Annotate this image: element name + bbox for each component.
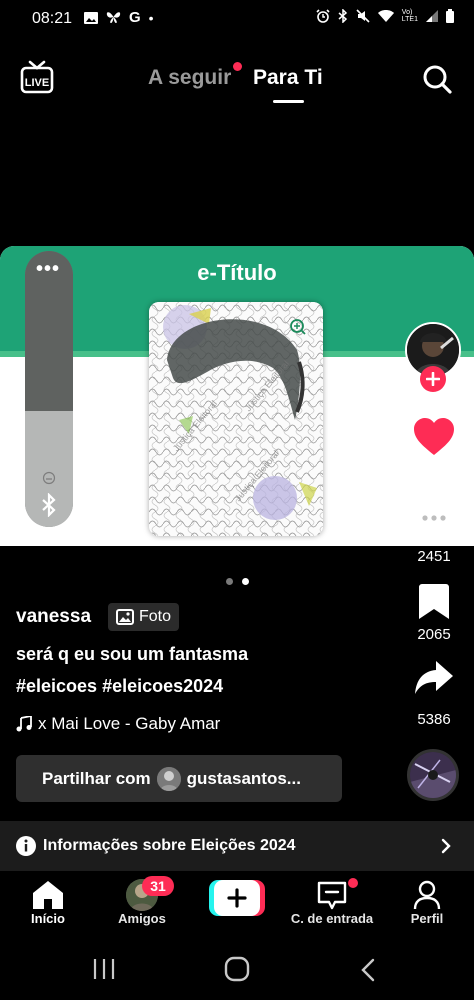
svg-text:LIVE: LIVE xyxy=(25,77,49,89)
create-plus-icon xyxy=(227,888,247,908)
status-left-icons: G • xyxy=(84,9,154,26)
info-icon xyxy=(16,836,36,856)
nav-friends-label: Amigos xyxy=(118,911,166,926)
signal-icon xyxy=(426,10,438,22)
share-button[interactable] xyxy=(414,660,454,696)
page-dot-active xyxy=(242,578,249,585)
search-button[interactable] xyxy=(421,63,453,95)
username[interactable]: vanessa xyxy=(16,606,91,628)
election-info-bar[interactable]: Informações sobre Eleições 2024 xyxy=(0,821,474,871)
nav-inbox-label: C. de entrada xyxy=(290,911,374,926)
music-info[interactable]: x Mai Love - Gaby Amar xyxy=(16,714,220,734)
home-circle-icon[interactable] xyxy=(224,956,250,982)
home-icon xyxy=(33,881,63,909)
nav-home[interactable]: Início xyxy=(3,876,93,936)
comment-button[interactable] xyxy=(413,500,455,540)
post-media[interactable]: e-Título Justiça Eleitoral Justiça Eleit… xyxy=(0,246,474,546)
following-notification-dot xyxy=(233,62,242,71)
bluetooth-icon xyxy=(42,493,56,517)
top-navigation: LIVE A seguir Para Ti xyxy=(0,50,474,110)
battery-icon xyxy=(446,9,454,23)
photo-badge: Foto xyxy=(108,603,180,631)
heart-icon xyxy=(414,418,454,455)
alarm-icon xyxy=(316,9,330,23)
profile-icon xyxy=(413,880,441,910)
tab-following-label: A seguir xyxy=(148,66,232,89)
photo-icon xyxy=(116,609,134,625)
share-with-button[interactable]: Partilhar com gustasantos... xyxy=(16,755,342,802)
recent-apps-icon[interactable] xyxy=(92,958,116,980)
follow-button[interactable] xyxy=(420,366,446,392)
status-time: 08:21 xyxy=(32,10,73,27)
back-icon[interactable] xyxy=(360,958,376,982)
live-button[interactable]: LIVE xyxy=(20,60,54,94)
nav-profile-label: Perfil xyxy=(410,911,444,926)
g-icon: G xyxy=(129,9,141,26)
butterfly-icon xyxy=(106,12,121,23)
brightness-slider[interactable]: ••• xyxy=(25,251,73,527)
info-bar-label: Informações sobre Eleições 2024 xyxy=(43,837,296,854)
chevron-right-icon xyxy=(441,838,451,854)
plus-icon xyxy=(426,372,440,386)
status-bar: 08:21 G • Vo) LTE1 xyxy=(0,0,474,38)
share-arrow-icon xyxy=(415,661,453,694)
page-dot xyxy=(226,578,233,585)
bookmark-icon xyxy=(419,584,449,619)
live-tv-icon: LIVE xyxy=(20,60,54,94)
nav-inbox[interactable]: C. de entrada xyxy=(287,876,377,936)
search-icon xyxy=(423,65,452,94)
tab-for-you[interactable]: Para Ti xyxy=(253,66,323,90)
mute-icon xyxy=(356,9,370,23)
dial-icon xyxy=(42,471,56,485)
nav-profile[interactable]: Perfil xyxy=(382,876,472,936)
post-caption: será q eu sou um fantasma xyxy=(16,644,249,664)
image-icon xyxy=(84,11,98,24)
more-icon[interactable]: ••• xyxy=(36,259,60,279)
wifi-icon xyxy=(377,9,394,22)
status-right-icons: Vo) LTE1 xyxy=(316,9,454,23)
share-label: Partilhar com xyxy=(42,768,151,788)
tab-following[interactable]: A seguir xyxy=(148,66,231,90)
photo-pagination xyxy=(226,578,249,585)
comments-count: 2451 xyxy=(417,548,451,565)
music-note-icon xyxy=(16,716,32,732)
inbox-notification-dot xyxy=(348,878,358,888)
volte-label: Vo) LTE1 xyxy=(401,9,418,23)
post-hashtags[interactable]: #eleicoes #eleicoes2024 xyxy=(16,676,223,697)
like-button[interactable] xyxy=(413,418,455,458)
share-contact-name: gustasantos... xyxy=(186,768,301,788)
create-button[interactable] xyxy=(209,880,265,916)
active-tab-indicator xyxy=(273,100,304,103)
bookmark-button[interactable] xyxy=(419,584,449,620)
friends-badge-count: 31 xyxy=(150,878,166,894)
likes-count: 51,5 mil xyxy=(407,463,461,480)
music-title: x Mai Love - Gaby Amar xyxy=(38,714,221,733)
inbox-icon xyxy=(317,881,347,910)
music-disc[interactable] xyxy=(407,749,459,801)
dot-icon: • xyxy=(148,9,154,26)
friends-badge: 31 xyxy=(142,876,174,896)
tab-for-you-label: Para Ti xyxy=(253,66,323,89)
wavy-pattern: Justiça Eleitoral Justiça Eleitoral Just… xyxy=(149,302,323,536)
comment-icon xyxy=(414,502,454,539)
photo-badge-label: Foto xyxy=(139,608,172,625)
bookmarks-count: 2065 xyxy=(417,626,451,643)
bluetooth-icon xyxy=(338,9,347,23)
system-navigation-bar xyxy=(0,940,474,1000)
share-contact-avatar xyxy=(156,766,181,791)
shares-count: 5386 xyxy=(417,711,451,728)
document-image: Justiça Eleitoral Justiça Eleitoral Just… xyxy=(149,302,323,536)
nav-home-label: Início xyxy=(31,911,65,926)
